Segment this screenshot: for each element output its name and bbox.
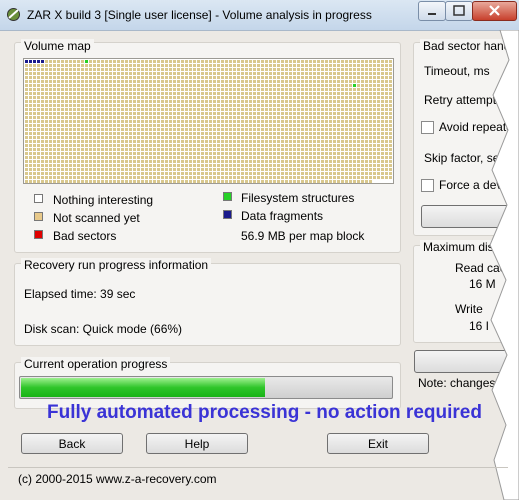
operation-progress-bar xyxy=(19,376,393,399)
recovery-info-label: Recovery run progress information xyxy=(21,258,212,272)
write-cache-label: Write xyxy=(455,302,483,316)
avoid-repeat-checkbox[interactable] xyxy=(421,121,434,134)
elapsed-time: Elapsed time: 39 sec xyxy=(24,287,136,301)
operation-progress-fill xyxy=(21,378,265,397)
torn-edge xyxy=(489,30,519,500)
map-block-empty xyxy=(373,180,392,183)
map-block-fragment xyxy=(37,60,40,63)
legend-nothing-interesting: Nothing interesting xyxy=(53,193,154,207)
legend-filesystem: Filesystem structures xyxy=(241,191,355,205)
app-icon xyxy=(7,8,20,21)
map-block-fragment xyxy=(25,60,28,63)
volume-map-grid xyxy=(23,58,394,184)
disk-scan-status: Disk scan: Quick mode (66%) xyxy=(24,322,183,336)
legend-bad-sectors-swatch xyxy=(34,230,43,239)
status-divider xyxy=(8,467,508,468)
title-bar: ZAR X build 3 [Single user license] - Vo… xyxy=(0,0,519,31)
map-block-fragment xyxy=(29,60,32,63)
current-operation-label: Current operation progress xyxy=(21,357,171,371)
legend-filesystem-swatch xyxy=(223,192,232,201)
legend-not-scanned-swatch xyxy=(34,212,43,221)
legend-data-fragments-swatch xyxy=(223,210,232,219)
help-button[interactable]: Help xyxy=(146,433,248,454)
app-window: ZAR X build 3 [Single user license] - Vo… xyxy=(0,0,519,500)
maximize-button[interactable] xyxy=(445,1,473,21)
volume-map-label: Volume map xyxy=(21,39,94,53)
minimize-icon xyxy=(428,13,436,15)
close-button[interactable] xyxy=(472,1,517,21)
legend-bad-sectors: Bad sectors xyxy=(53,229,117,243)
map-block-size: 56.9 MB per map block xyxy=(241,229,365,243)
legend-nothing-interesting-swatch xyxy=(34,194,43,203)
map-block-filesystem xyxy=(353,84,356,87)
map-block-filesystem xyxy=(85,60,88,63)
minimize-button[interactable] xyxy=(418,1,446,21)
automation-banner: Fully automated processing - no action r… xyxy=(47,402,482,423)
copyright-status: (c) 2000-2015 www.z-a-recovery.com xyxy=(18,472,217,486)
maximize-icon xyxy=(453,5,465,16)
map-block-fragment xyxy=(41,60,44,63)
window-title: ZAR X build 3 [Single user license] - Vo… xyxy=(27,8,372,22)
close-icon xyxy=(489,5,500,16)
legend-not-scanned: Not scanned yet xyxy=(53,211,140,225)
back-button[interactable]: Back xyxy=(21,433,123,454)
map-block-fragment xyxy=(33,60,36,63)
exit-button[interactable]: Exit xyxy=(327,433,429,454)
force-device-checkbox[interactable] xyxy=(421,179,434,192)
legend-data-fragments: Data fragments xyxy=(241,209,324,223)
